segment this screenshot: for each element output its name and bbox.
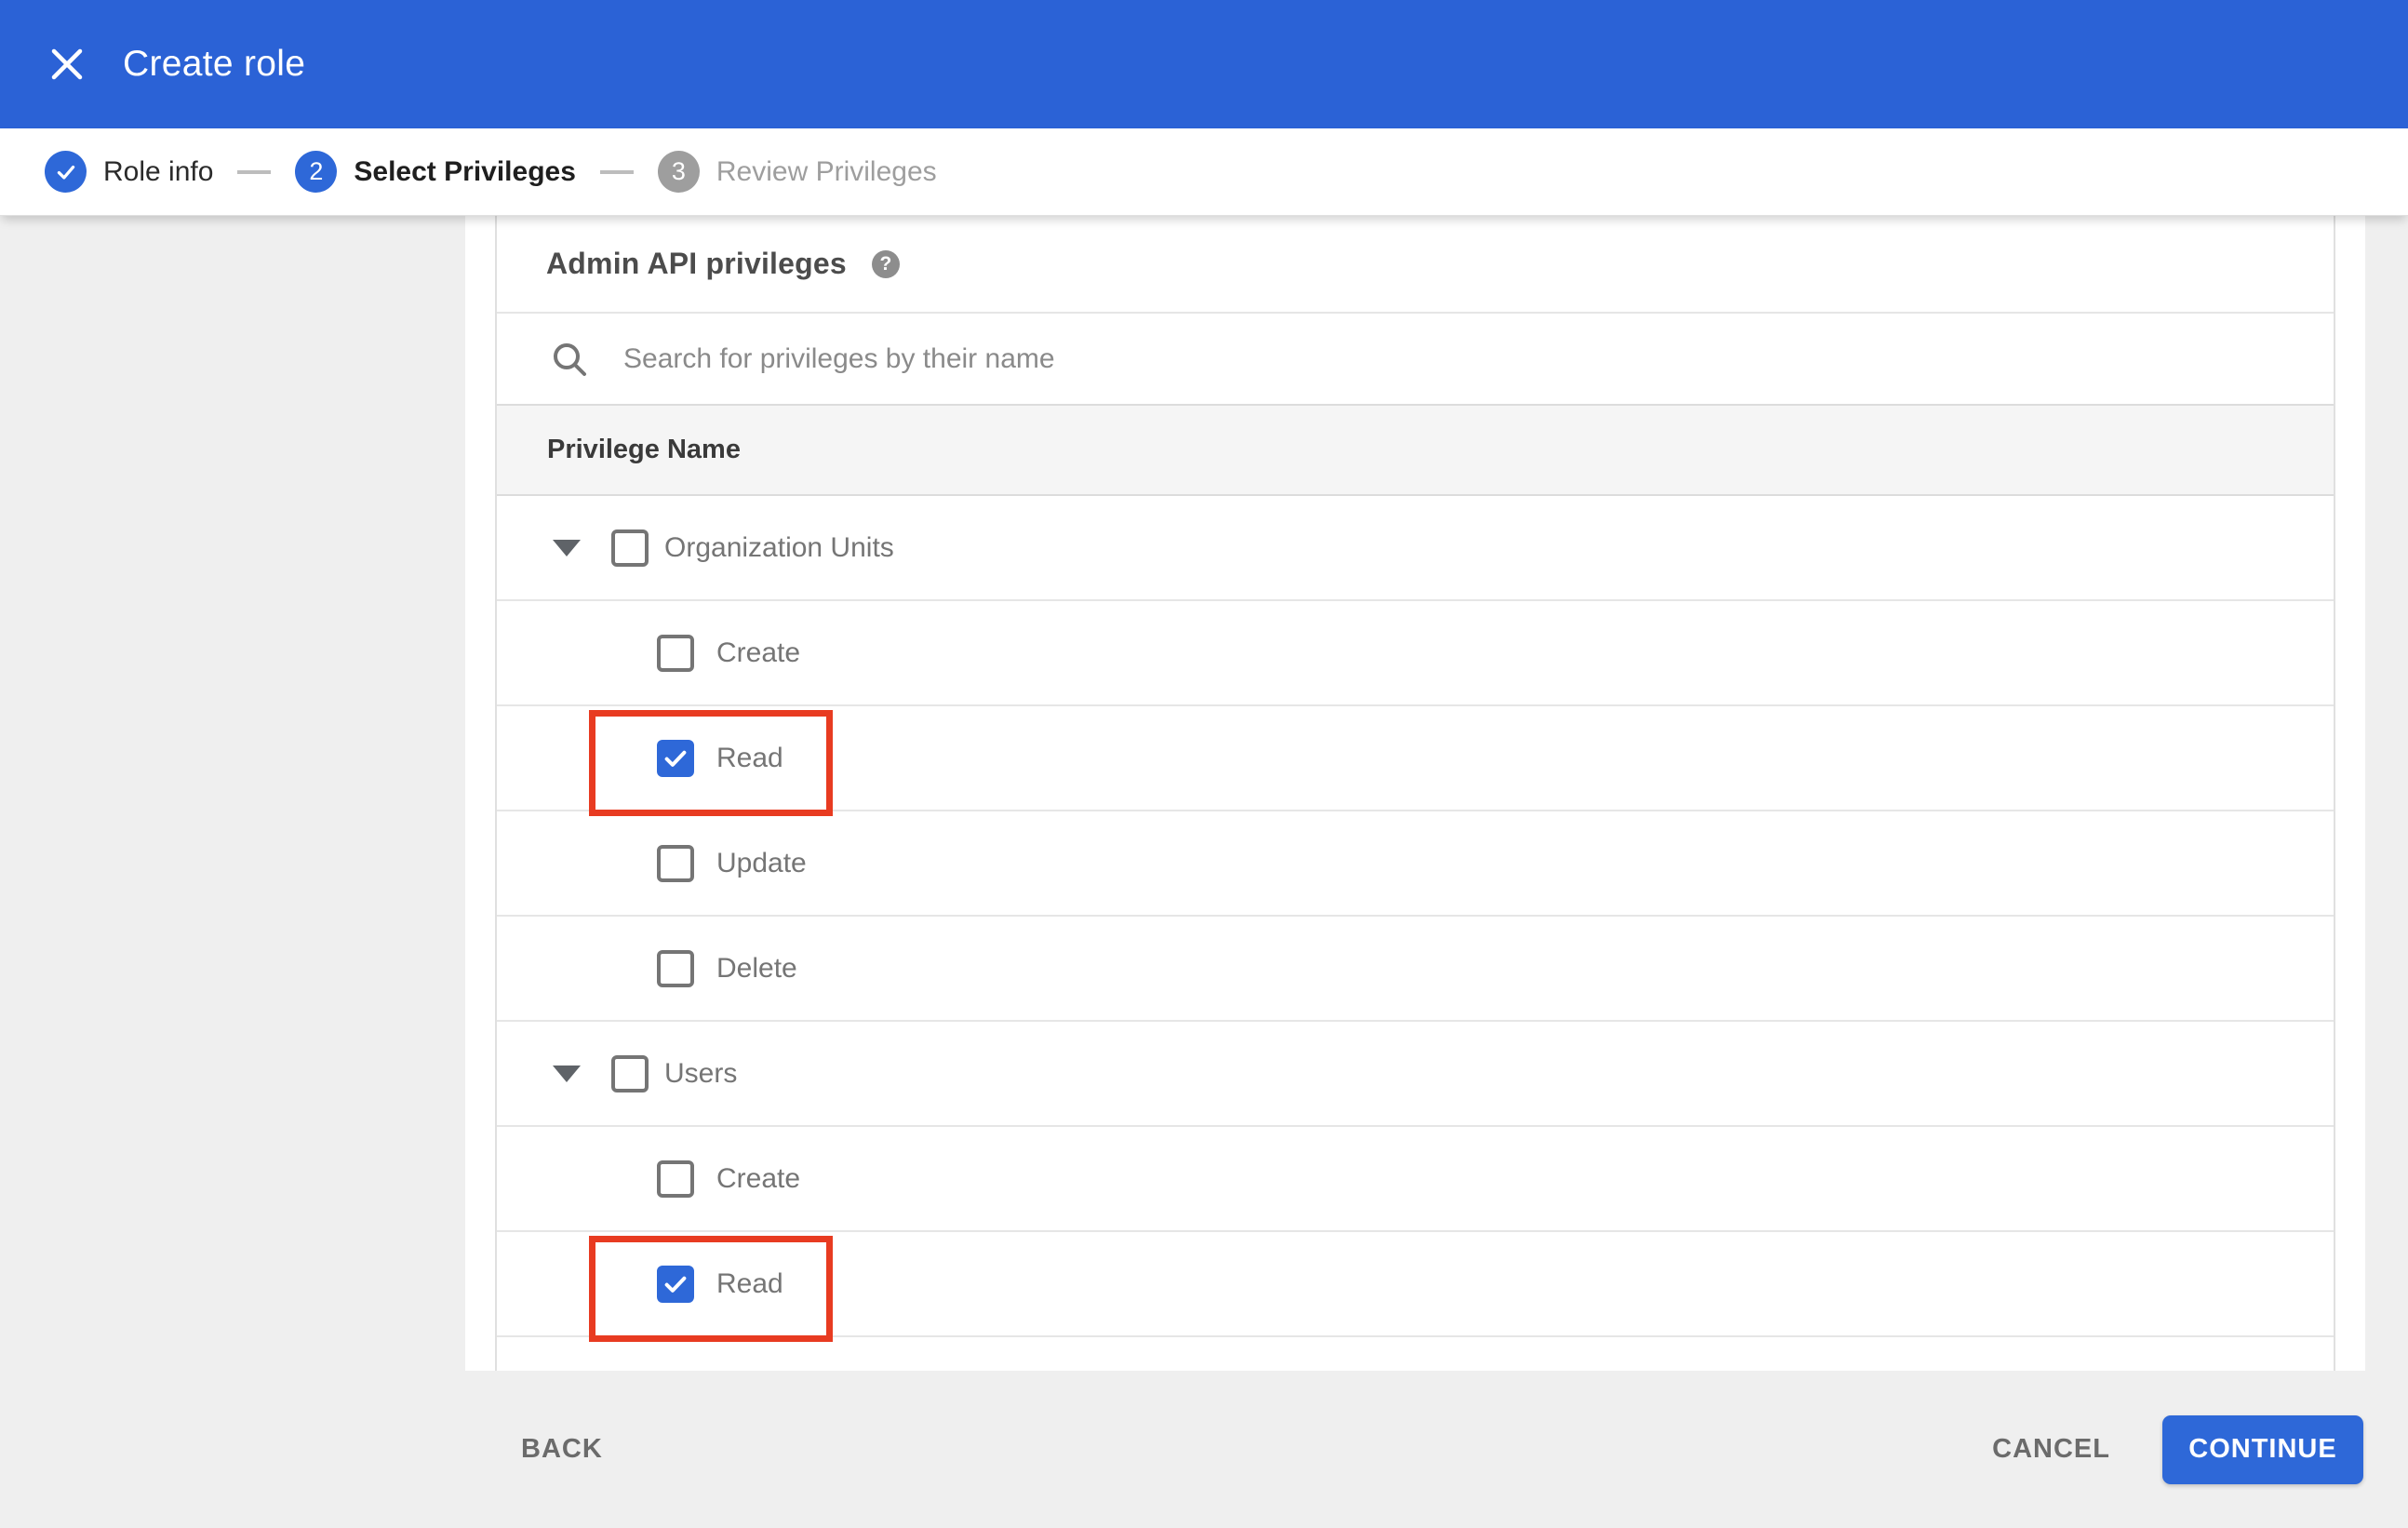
privilege-label: Read <box>716 742 783 773</box>
step-number: 2 <box>309 157 324 185</box>
collapse-arrow-icon[interactable] <box>553 1065 581 1082</box>
step-label: Review Privileges <box>716 155 937 187</box>
privilege-row-organization-units[interactable]: Organization Units <box>497 496 2334 601</box>
privilege-checkbox[interactable] <box>657 844 694 882</box>
step-connector <box>599 169 634 174</box>
help-glyph: ? <box>879 252 892 275</box>
search-icon <box>549 339 590 380</box>
privilege-list: Organization Units Create Read Update De… <box>497 496 2334 1342</box>
table-column-header: Privilege Name <box>497 404 2334 496</box>
footer-bar: BACK CANCEL CONTINUE <box>0 1371 2408 1528</box>
privilege-row-create[interactable]: Create <box>497 601 2334 706</box>
annotation-highlight-box <box>589 1236 833 1342</box>
privilege-checkbox[interactable] <box>657 1159 694 1198</box>
privilege-row-read[interactable]: Read <box>497 706 2334 816</box>
step-role-info[interactable]: Role info <box>45 151 213 193</box>
page-title: Create role <box>123 44 306 84</box>
privilege-label: Update <box>716 847 807 878</box>
step-select-privileges[interactable]: 2 Select Privileges <box>295 151 576 193</box>
privilege-row-users[interactable]: Users <box>497 1022 2334 1127</box>
step-label: Select Privileges <box>354 155 576 187</box>
privilege-row-delete[interactable]: Delete <box>497 917 2334 1022</box>
privilege-label: Create <box>716 637 801 668</box>
privilege-checkbox[interactable] <box>657 634 694 672</box>
annotation-highlight-box <box>589 710 833 816</box>
step-number-circle: 3 <box>657 151 700 193</box>
create-role-dialog: Create role Role info 2 Select Privilege… <box>0 0 2408 1528</box>
step-label: Role info <box>103 155 214 187</box>
privilege-checkbox[interactable] <box>657 739 694 777</box>
help-icon[interactable]: ? <box>871 249 900 278</box>
partial-row <box>497 1337 2334 1371</box>
privilege-label: Users <box>664 1057 738 1089</box>
privilege-label: Organization Units <box>664 531 894 563</box>
section-title: Admin API privileges <box>546 247 847 280</box>
search-bar <box>497 312 2334 404</box>
privilege-label: Delete <box>716 952 797 984</box>
privilege-row-create[interactable]: Create <box>497 1127 2334 1232</box>
privileges-card: Admin API privileges ? Privil <box>495 216 2335 1371</box>
privilege-label: Read <box>716 1267 783 1299</box>
privilege-checkbox[interactable] <box>657 1265 694 1303</box>
check-icon <box>57 165 74 180</box>
privilege-row-read[interactable]: Read <box>497 1232 2334 1342</box>
card-header: Admin API privileges ? <box>497 216 2334 312</box>
check-icon <box>664 1276 687 1293</box>
step-connector <box>237 169 272 174</box>
step-number: 3 <box>671 157 686 185</box>
privilege-label: Create <box>716 1162 801 1194</box>
column-header-label: Privilege Name <box>547 435 741 464</box>
content-area: Admin API privileges ? Privil <box>0 216 2408 1371</box>
scroll-viewport[interactable]: Admin API privileges ? Privil <box>465 216 2365 1371</box>
dialog-header: Create role <box>0 0 2408 128</box>
close-icon-glyph <box>51 48 83 80</box>
step-review-privileges[interactable]: 3 Review Privileges <box>657 151 937 193</box>
stepper: Role info 2 Select Privileges 3 Review P… <box>0 128 2408 216</box>
privilege-checkbox[interactable] <box>611 529 649 567</box>
privilege-checkbox[interactable] <box>657 949 694 987</box>
collapse-arrow-icon[interactable] <box>553 539 581 556</box>
cancel-button[interactable]: CANCEL <box>1992 1434 2110 1465</box>
search-input[interactable] <box>623 342 2334 375</box>
privilege-row-update[interactable]: Update <box>497 811 2334 917</box>
step-number-circle: 2 <box>295 151 338 193</box>
close-icon[interactable] <box>45 42 89 87</box>
back-button[interactable]: BACK <box>521 1434 603 1465</box>
step-complete-circle <box>45 151 87 193</box>
continue-button[interactable]: CONTINUE <box>2162 1414 2363 1484</box>
privilege-checkbox[interactable] <box>611 1054 649 1092</box>
check-icon <box>664 750 687 767</box>
